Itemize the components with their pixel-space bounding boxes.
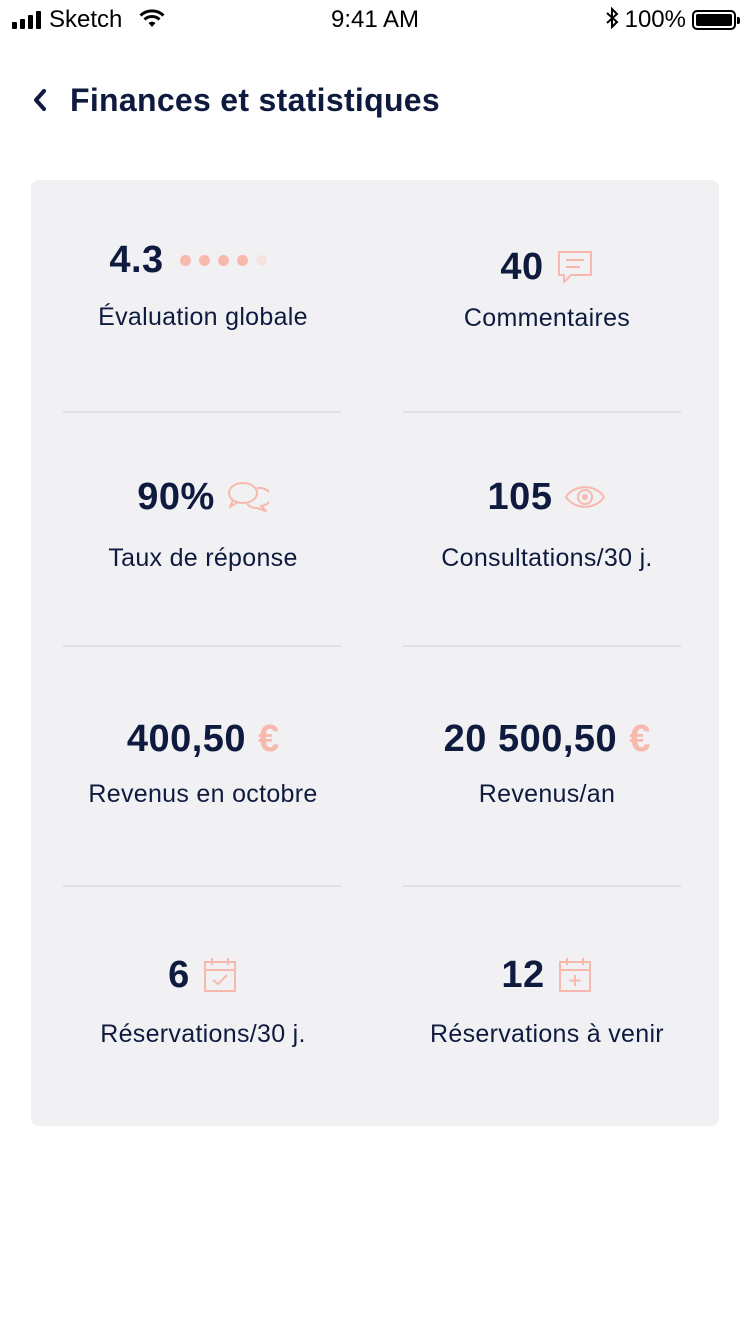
rating-label: Évaluation globale bbox=[98, 303, 308, 331]
response-rate-value: 90% bbox=[137, 475, 215, 518]
page-title: Finances et statistiques bbox=[70, 81, 440, 118]
rating-dot bbox=[236, 254, 248, 266]
rating-dots bbox=[179, 254, 267, 266]
rating-dot bbox=[217, 254, 229, 266]
views-stat: 105 Consultations/30 j. bbox=[375, 472, 719, 573]
eye-icon bbox=[564, 482, 606, 512]
rating-dot-empty bbox=[255, 254, 267, 266]
status-bar: Sketch 9:41 AM 100% bbox=[0, 0, 750, 40]
yearly-revenue-value: 20 500,50 bbox=[443, 717, 618, 760]
response-rate-label: Taux de réponse bbox=[108, 544, 298, 572]
bookings-30-value: 6 bbox=[168, 953, 190, 996]
header: Finances et statistiques bbox=[30, 78, 440, 122]
monthly-revenue-label: Revenus en octobre bbox=[88, 780, 318, 808]
comments-value: 40 bbox=[500, 245, 544, 288]
rating-dot bbox=[179, 254, 191, 266]
upcoming-bookings-value: 12 bbox=[501, 953, 545, 996]
back-chevron-icon[interactable] bbox=[30, 78, 54, 122]
yearly-revenue-stat: 20 500,50 € Revenus/an bbox=[375, 714, 719, 809]
views-value: 105 bbox=[487, 475, 553, 518]
calendar-plus-icon bbox=[557, 956, 593, 994]
upcoming-bookings-stat: 12 Réservations à venir bbox=[375, 950, 719, 1049]
monthly-revenue-value: 400,50 bbox=[126, 717, 247, 760]
rating-stat: 4.3 Évaluation globale bbox=[31, 235, 375, 332]
battery-icon bbox=[692, 10, 740, 30]
chat-bubble-icon bbox=[556, 248, 594, 286]
response-rate-stat: 90% Taux de réponse bbox=[31, 472, 375, 573]
divider bbox=[63, 411, 341, 413]
rating-dot bbox=[198, 254, 210, 266]
bookings-30-label: Réservations/30 j. bbox=[100, 1020, 306, 1048]
divider bbox=[63, 645, 341, 647]
upcoming-bookings-label: Réservations à venir bbox=[430, 1020, 664, 1048]
bookings-30-stat: 6 Réservations/30 j. bbox=[31, 950, 375, 1049]
divider bbox=[403, 885, 681, 887]
calendar-check-icon bbox=[202, 956, 238, 994]
comments-label: Commentaires bbox=[463, 304, 631, 332]
divider bbox=[63, 885, 341, 887]
divider bbox=[403, 645, 681, 647]
stats-card: 4.3 Évaluation globale 40 Commentaires 9… bbox=[31, 180, 719, 1126]
monthly-revenue-stat: 400,50 € Revenus en octobre bbox=[31, 714, 375, 809]
comments-stat: 40 Commentaires bbox=[375, 242, 719, 333]
rating-value: 4.3 bbox=[109, 238, 164, 281]
yearly-revenue-label: Revenus/an bbox=[478, 780, 616, 808]
views-label: Consultations/30 j. bbox=[441, 544, 653, 572]
conversation-icon bbox=[227, 480, 269, 514]
euro-icon: € bbox=[258, 717, 280, 760]
euro-icon: € bbox=[629, 717, 651, 760]
bluetooth-icon bbox=[605, 6, 619, 34]
battery-percent: 100% bbox=[624, 6, 686, 33]
divider bbox=[403, 411, 681, 413]
